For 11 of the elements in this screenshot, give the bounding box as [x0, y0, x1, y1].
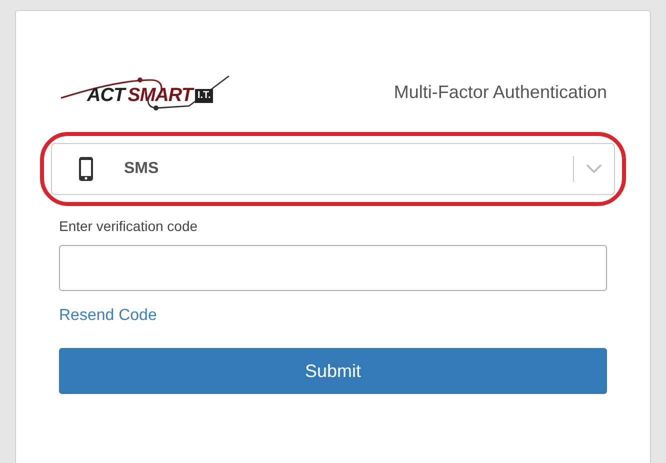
method-select[interactable]: SMS	[51, 143, 615, 195]
verification-code-input[interactable]	[59, 245, 607, 291]
page-title: Multi-Factor Authentication	[394, 80, 607, 104]
resend-code-link[interactable]: Resend Code	[59, 304, 157, 328]
logo-badge: I.T.	[195, 89, 213, 103]
phone-icon	[78, 156, 94, 182]
chevron-down-icon	[586, 164, 602, 174]
logo-text: ACT	[87, 86, 125, 105]
field-label: Enter verification code	[59, 217, 199, 236]
submit-button[interactable]: Submit	[59, 348, 607, 394]
logo-text: SMART	[128, 86, 192, 105]
